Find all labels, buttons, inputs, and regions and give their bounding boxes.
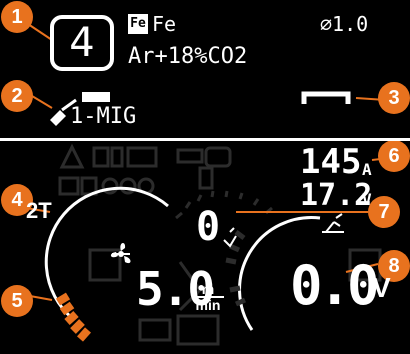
material-badge: Fe xyxy=(128,14,148,34)
center-value: 0 xyxy=(196,204,221,250)
screen-divider xyxy=(0,138,410,141)
callout-7: 7 xyxy=(368,196,400,228)
wire-diameter: ⌀1.0 xyxy=(320,12,369,36)
wire-speed-unit: m min xyxy=(192,282,224,312)
center-scale-ticks xyxy=(175,190,273,220)
correction-unit: V xyxy=(372,272,391,303)
voltage-unit: V xyxy=(362,190,372,209)
shielding-gas: Ar+18%CO2 xyxy=(128,44,248,69)
program-number[interactable]: 4 xyxy=(50,15,114,71)
current-value: 145 xyxy=(300,142,362,182)
current-unit: A xyxy=(362,160,372,179)
torch-icon xyxy=(322,213,344,233)
correction-value: 0.0 xyxy=(290,254,380,317)
arc-spark-icon xyxy=(223,227,237,248)
wire-speed-level-bars xyxy=(55,292,91,342)
wire-speed-unit-top: m xyxy=(192,282,224,298)
callout-5: 5 xyxy=(1,285,33,317)
bracket-icon xyxy=(301,91,351,104)
trigger-mode: 2T xyxy=(26,198,52,223)
callout-3: 3 xyxy=(378,82,410,114)
callout-6: 6 xyxy=(378,140,410,172)
material-name: Fe xyxy=(152,12,177,36)
process-mode: 1-MIG xyxy=(70,104,137,129)
callout-2: 2 xyxy=(1,80,33,112)
callout-1: 1 xyxy=(1,1,33,33)
wire-speed-unit-bottom: min xyxy=(195,297,221,313)
